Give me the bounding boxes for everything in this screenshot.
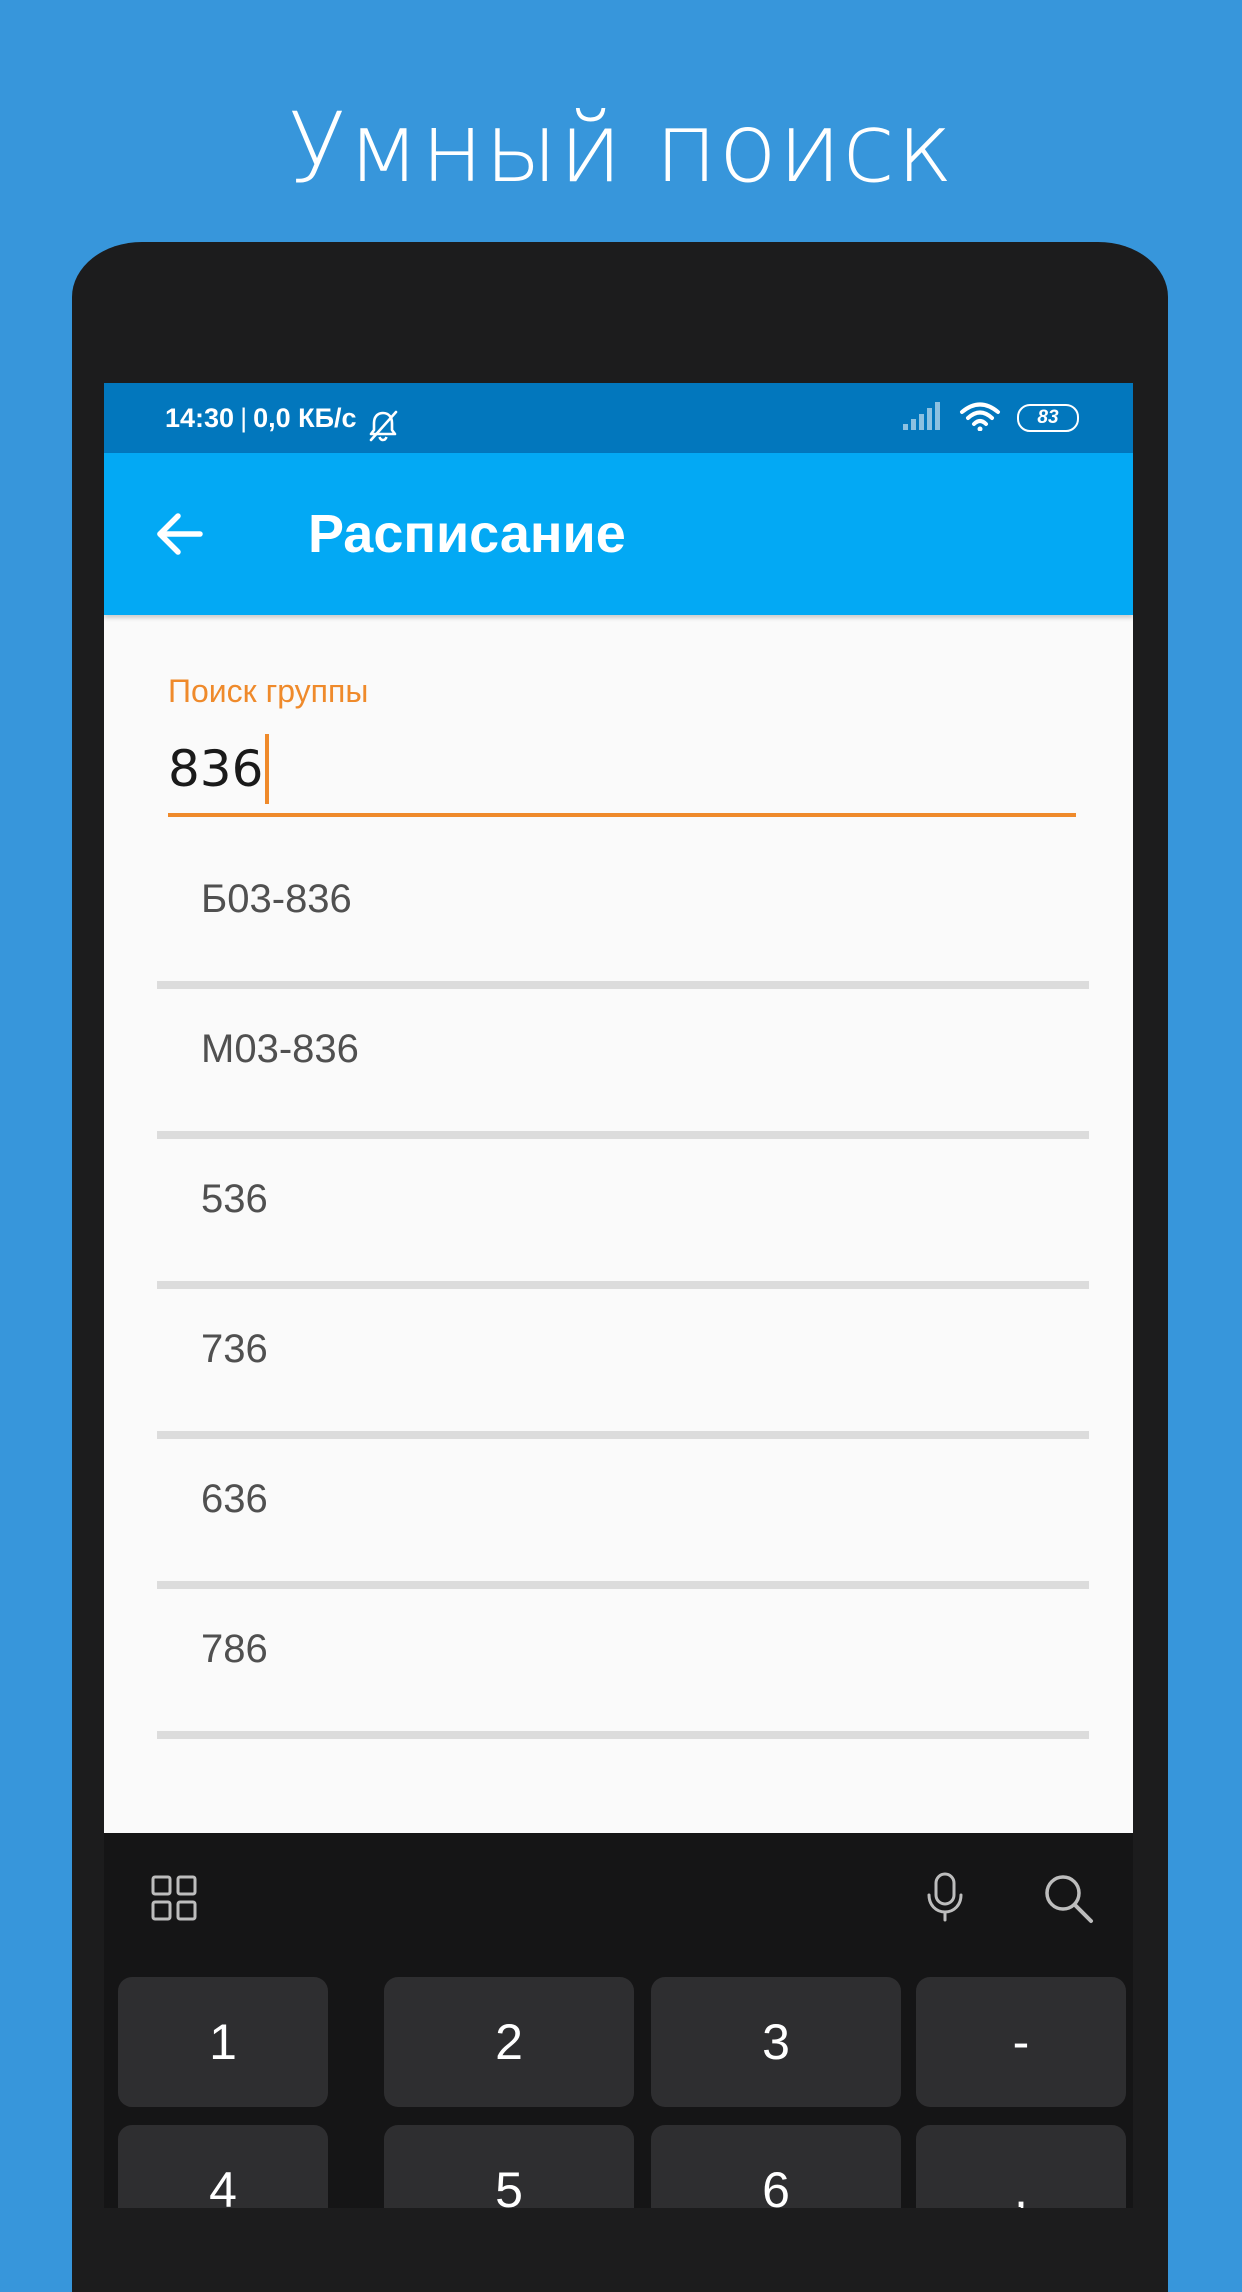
key-6[interactable]: 6 xyxy=(651,2125,901,2208)
suggestion-item[interactable]: 736 xyxy=(157,1289,1089,1439)
suggestion-item[interactable]: 536 xyxy=(157,1139,1089,1289)
network-speed: 0,0 КБ/с xyxy=(253,403,357,433)
key-4[interactable]: 4 xyxy=(118,2125,328,2208)
status-right: 83 xyxy=(903,383,1079,453)
suggestion-item[interactable]: 786 xyxy=(157,1589,1089,1739)
search-label: Поиск группы xyxy=(168,673,369,709)
search-value: 836 xyxy=(168,740,264,798)
app-bar: Расписание xyxy=(104,453,1133,615)
signal-icon xyxy=(903,402,943,434)
search-input[interactable]: 836 xyxy=(168,734,1076,817)
key-minus[interactable]: - xyxy=(916,1977,1126,2107)
bell-off-icon xyxy=(365,400,401,442)
suggestion-list: Б03-836 М03-836 536 736 636 786 xyxy=(157,839,1089,1739)
battery-indicator: 83 xyxy=(1017,404,1079,432)
search-icon[interactable] xyxy=(1041,1871,1095,1929)
page-title: Расписание xyxy=(308,504,626,564)
back-button[interactable] xyxy=(150,504,210,564)
key-1[interactable]: 1 xyxy=(118,1977,328,2107)
status-separator: | xyxy=(240,403,248,433)
microphone-icon[interactable] xyxy=(920,1871,970,1927)
key-3[interactable]: 3 xyxy=(651,1977,901,2107)
wifi-icon xyxy=(959,401,1001,435)
keyboard-toolbar xyxy=(104,1833,1133,1961)
key-2[interactable]: 2 xyxy=(384,1977,634,2107)
suggestion-item[interactable]: Б03-836 xyxy=(157,839,1089,989)
arrow-left-icon xyxy=(157,513,203,555)
suggestion-item[interactable]: М03-836 xyxy=(157,989,1089,1139)
text-caret xyxy=(265,734,270,804)
status-time: 14:30 xyxy=(165,403,235,433)
keyboard: 1 2 3 - 4 5 6 , xyxy=(104,1833,1133,2208)
grid-icon[interactable] xyxy=(151,1875,197,1925)
key-comma[interactable]: , xyxy=(916,2125,1126,2208)
status-left: 14:30 | 0,0 КБ/с xyxy=(165,383,401,453)
suggestion-item[interactable]: 636 xyxy=(157,1439,1089,1589)
promo-title: Умный поиск xyxy=(287,92,955,204)
phone-screen: 14:30 | 0,0 КБ/с 83 Расписание Поиск гру… xyxy=(104,383,1133,2208)
key-5[interactable]: 5 xyxy=(384,2125,634,2208)
status-bar: 14:30 | 0,0 КБ/с 83 xyxy=(104,383,1133,453)
